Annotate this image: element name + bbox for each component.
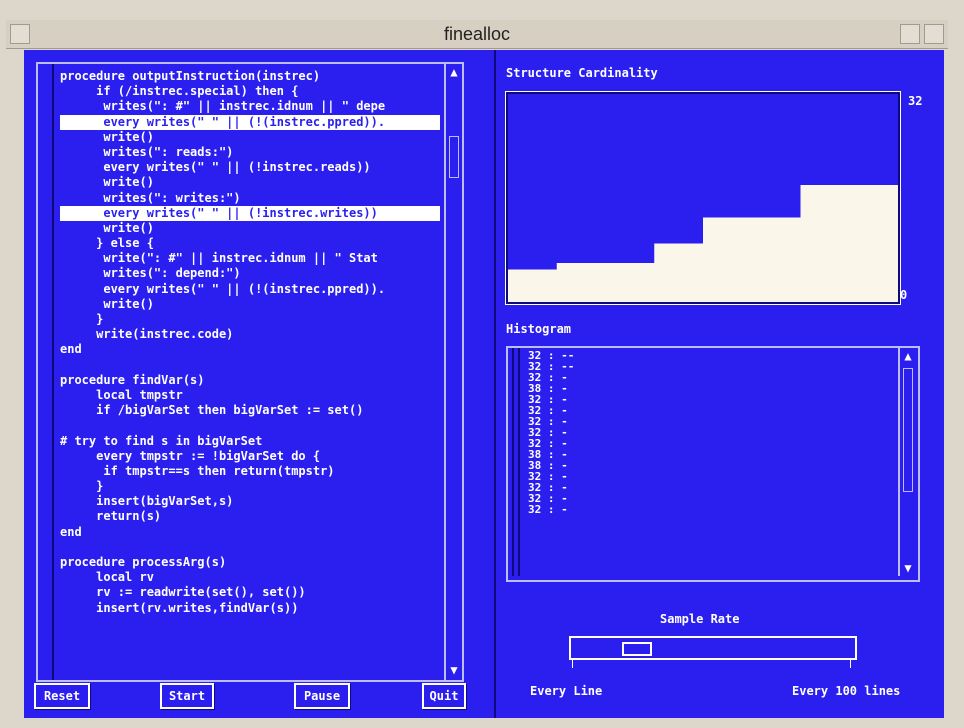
code-gutter bbox=[52, 64, 54, 680]
code-line[interactable]: return(s) bbox=[60, 509, 440, 524]
histogram-row: 32 : -- bbox=[528, 350, 575, 362]
sample-rate-label: Sample Rate bbox=[660, 612, 740, 626]
quit-button[interactable]: Quit bbox=[422, 683, 466, 709]
chart-svg bbox=[508, 185, 899, 302]
chart-step-bar bbox=[556, 263, 606, 302]
histogram-row: 32 : - bbox=[528, 481, 568, 494]
histogram-list[interactable]: 32 : -- 32 : -- 32 : -38 : -32 : -32 : -32… bbox=[528, 350, 878, 578]
code-line[interactable]: } bbox=[60, 312, 440, 327]
histogram-row: 38 : - bbox=[528, 459, 568, 472]
code-line[interactable]: } bbox=[60, 479, 440, 494]
code-scroll-thumb[interactable] bbox=[449, 136, 459, 178]
code-line[interactable]: writes(": writes:") bbox=[60, 191, 440, 206]
code-line[interactable]: write() bbox=[60, 130, 440, 145]
code-line[interactable]: # try to find s in bigVarSet bbox=[60, 434, 440, 449]
code-line[interactable]: every writes(" " || (!instrec.writes)) bbox=[60, 205, 440, 221]
code-line[interactable]: local tmpstr bbox=[60, 388, 440, 403]
scroll-up-arrow-icon[interactable]: ▲ bbox=[446, 64, 462, 80]
code-line[interactable] bbox=[60, 540, 440, 555]
histogram-row: 32 : - bbox=[528, 503, 568, 516]
code-line[interactable]: insert(bigVarSet,s) bbox=[60, 494, 440, 509]
chart-step-bar bbox=[605, 263, 655, 302]
hist-scroll-up-arrow-icon[interactable]: ▲ bbox=[900, 348, 916, 364]
source-code-panel[interactable]: procedure outputInstruction(instrec) if … bbox=[36, 62, 464, 682]
chart-step-bar bbox=[800, 185, 850, 302]
code-line[interactable]: write() bbox=[60, 297, 440, 312]
y-min-label: 0 bbox=[900, 288, 908, 302]
code-line[interactable]: procedure findVar(s) bbox=[60, 373, 440, 388]
code-line[interactable]: every writes(" " || (!(instrec.ppred)). bbox=[60, 114, 440, 130]
code-line[interactable]: write() bbox=[60, 175, 440, 190]
code-line[interactable]: every writes(" " || (!(instrec.ppred)). bbox=[60, 282, 440, 297]
slider-thumb[interactable] bbox=[622, 642, 652, 656]
code-line[interactable]: if (/instrec.special) then { bbox=[60, 84, 440, 99]
scroll-down-arrow-icon[interactable]: ▼ bbox=[446, 662, 462, 678]
histogram-row: 32 : - bbox=[528, 404, 568, 417]
code-scrollbar[interactable]: ▲ ▼ bbox=[444, 64, 462, 680]
code-line[interactable]: end bbox=[60, 342, 440, 357]
slider-tick-max bbox=[850, 660, 851, 668]
code-line[interactable]: } else { bbox=[60, 236, 440, 251]
code-line[interactable]: write(": #" || instrec.idnum || " Stat bbox=[60, 251, 440, 266]
start-button[interactable]: Start bbox=[160, 683, 214, 709]
y-max-label: 32 bbox=[908, 94, 923, 108]
histogram-scrollbar[interactable]: ▲ ▼ bbox=[898, 348, 916, 576]
chart-step-bar bbox=[751, 217, 801, 302]
title-bar[interactable]: finealloc bbox=[6, 20, 948, 49]
code-line[interactable]: procedure processArg(s) bbox=[60, 555, 440, 570]
code-line[interactable]: writes(": reads:") bbox=[60, 145, 440, 160]
source-code-text[interactable]: procedure outputInstruction(instrec) if … bbox=[60, 69, 440, 674]
chart-title: Structure Cardinality bbox=[506, 66, 658, 80]
slider-min-label: Every Line bbox=[530, 684, 603, 698]
code-line[interactable]: every tmpstr := !bigVarSet do { bbox=[60, 449, 440, 464]
histogram-row: 32 : - bbox=[528, 393, 568, 406]
histogram-row: 32 : -- bbox=[528, 360, 575, 373]
histogram-row: 38 : - bbox=[528, 382, 568, 395]
histogram-panel[interactable]: 32 : -- 32 : -- 32 : -38 : -32 : -32 : -32… bbox=[506, 346, 920, 582]
sample-rate-slider[interactable] bbox=[569, 636, 857, 660]
code-line[interactable]: end bbox=[60, 525, 440, 540]
hist-scroll-down-arrow-icon[interactable]: ▼ bbox=[900, 560, 916, 576]
structure-cardinality-chart bbox=[505, 91, 901, 305]
histogram-row: 32 : - bbox=[528, 426, 568, 439]
chart-step-bar bbox=[654, 243, 704, 302]
histogram-row: 32 : - bbox=[528, 371, 568, 384]
code-line[interactable] bbox=[60, 418, 440, 433]
slider-tick-min bbox=[572, 660, 573, 668]
histogram-row: 32 : - bbox=[528, 492, 568, 505]
histogram-gutter-inner bbox=[518, 348, 520, 576]
pause-button[interactable]: Pause bbox=[294, 683, 350, 709]
code-line[interactable]: write() bbox=[60, 221, 440, 236]
code-line[interactable]: if tmpstr==s then return(tmpstr) bbox=[60, 464, 440, 479]
maximize-icon[interactable] bbox=[924, 24, 944, 44]
chart-step-bar bbox=[849, 185, 899, 302]
histogram-gutter bbox=[512, 348, 514, 576]
code-line[interactable]: insert(rv.writes,findVar(s)) bbox=[60, 601, 440, 616]
hist-scroll-thumb[interactable] bbox=[903, 368, 913, 492]
histogram-row: 38 : - bbox=[528, 448, 568, 461]
code-line[interactable]: writes(": depend:") bbox=[60, 266, 440, 281]
code-line[interactable] bbox=[60, 358, 440, 373]
reset-button[interactable]: Reset bbox=[34, 683, 90, 709]
code-line[interactable]: procedure outputInstruction(instrec) bbox=[60, 69, 440, 84]
minimize-icon[interactable] bbox=[900, 24, 920, 44]
window-body: procedure outputInstruction(instrec) if … bbox=[24, 50, 944, 718]
code-line[interactable]: writes(": #" || instrec.idnum || " depe bbox=[60, 99, 440, 114]
panel-divider bbox=[494, 50, 496, 718]
chart-step-bar bbox=[703, 217, 753, 302]
code-line[interactable]: if /bigVarSet then bigVarSet := set() bbox=[60, 403, 440, 418]
slider-max-label: Every 100 lines bbox=[792, 684, 901, 698]
histogram-row: 32 : - bbox=[528, 415, 568, 428]
code-line[interactable]: rv := readwrite(set(), set()) bbox=[60, 585, 440, 600]
code-line[interactable]: every writes(" " || (!instrec.reads)) bbox=[60, 160, 440, 175]
code-line[interactable]: write(instrec.code) bbox=[60, 327, 440, 342]
histogram-row: 32 : - bbox=[528, 437, 568, 450]
window-title: finealloc bbox=[443, 24, 511, 44]
histogram-title: Histogram bbox=[506, 322, 572, 336]
code-line[interactable]: local rv bbox=[60, 570, 440, 585]
chart-step-bar bbox=[508, 269, 558, 302]
histogram-row: 32 : - bbox=[528, 470, 568, 483]
